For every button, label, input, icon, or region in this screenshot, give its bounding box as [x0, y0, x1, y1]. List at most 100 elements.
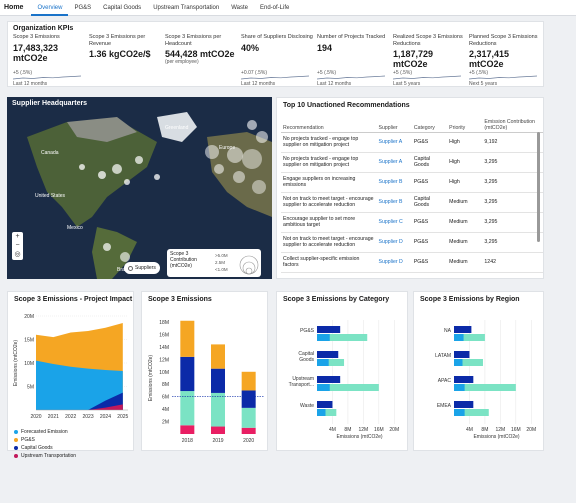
- category-label: LATAM: [435, 353, 451, 359]
- x-tick-label: 2020: [243, 438, 254, 444]
- suppliers-layer-toggle[interactable]: Suppliers: [124, 262, 160, 274]
- table-cell: 3,295: [482, 172, 543, 193]
- y-tick-label: 15M: [24, 338, 34, 344]
- column-header[interactable]: Priority: [447, 114, 483, 133]
- table-cell: Capital Goods: [411, 192, 448, 213]
- category-panel: Scope 3 Emissions by Category 4M 8M 12M 16M…: [276, 291, 408, 451]
- recommendations-panel: Top 10 Unactioned Recommendations Recomm…: [276, 97, 544, 279]
- zoom-in-icon[interactable]: +: [12, 232, 23, 241]
- kpi-label: Planned Scope 3 Emissions Reductions: [469, 34, 538, 47]
- kpi-value: 544,428 mtCO2e: [165, 49, 235, 59]
- kpi-label: Number of Projects Tracked: [317, 34, 386, 40]
- bar-current: [317, 376, 341, 383]
- category-label: APAC: [438, 378, 452, 384]
- kpi-panel-title: Organization KPIs: [13, 25, 74, 32]
- category-label: EMEA: [437, 403, 452, 409]
- project-impact-legend: Forecasted Emission PG&S Capital Goods U…: [14, 429, 76, 461]
- supplier-link[interactable]: Supplier D: [376, 232, 412, 253]
- x-tick-label: 16M: [374, 427, 384, 433]
- kpi-value: 194: [317, 42, 333, 53]
- tab-waste[interactable]: Waste: [225, 0, 254, 16]
- kpi-panel: Organization KPIs Scope 3 Emissions 17,48…: [7, 21, 544, 87]
- bar-overlay: [454, 359, 463, 366]
- supplier-link[interactable]: Supplier B: [376, 192, 412, 213]
- kpi-value: 1,187,729 mtCO2e: [393, 49, 434, 69]
- x-tick-label: 2025: [117, 414, 128, 420]
- x-axis-label: Emissions (mtCO2e): [336, 434, 382, 440]
- table-row[interactable]: Not on track to meet target - encourage …: [281, 192, 543, 213]
- stack-bar-segment: [241, 407, 256, 428]
- kpi-card: Share of Suppliers Disclosing 40% +0.07 (.…: [241, 34, 313, 87]
- bar-current: [317, 326, 341, 333]
- column-header[interactable]: Emission Contribution (mtCO2e): [482, 114, 543, 133]
- zoom-out-icon[interactable]: −: [12, 241, 23, 250]
- x-tick-label: 20M: [389, 427, 399, 433]
- kpi-value: 2,317,415 mtCO2e: [469, 49, 510, 69]
- legend-dot: [14, 430, 18, 434]
- x-tick-label: 2022: [65, 414, 76, 420]
- recommendations-title: Top 10 Unactioned Recommendations: [283, 102, 410, 109]
- tab-upstream-transportation[interactable]: Upstream Transportation: [147, 0, 225, 16]
- table-row[interactable]: Encourage supplier to set more ambitious…: [281, 212, 543, 233]
- tab-capital-goods[interactable]: Capital Goods: [97, 0, 147, 16]
- x-tick-label: 20M: [526, 427, 536, 433]
- y-axis-label: Emissions (mtCO2e): [13, 340, 19, 386]
- supplier-map[interactable]: Supplier Headquarters Canada United Stat…: [7, 97, 272, 279]
- x-tick-label: 4M: [466, 427, 473, 433]
- kpi-period: Next 5 years: [469, 81, 498, 87]
- legend-dot: [14, 454, 18, 458]
- y-tick-label: 20M: [24, 314, 34, 320]
- table-row[interactable]: No projects tracked - engage top supplie…: [281, 152, 543, 173]
- home-link[interactable]: Home: [4, 4, 23, 11]
- table-row[interactable]: Engage suppliers on increasing emissions…: [281, 172, 543, 193]
- table-cell: PG&S: [411, 252, 448, 273]
- y-tick-label: 16M: [159, 332, 169, 338]
- bar-current: [454, 376, 474, 383]
- tab-overview[interactable]: Overview: [31, 0, 69, 16]
- table-row[interactable]: Not on track to meet target - encourage …: [281, 232, 543, 253]
- map-label-united-states: United States: [35, 193, 66, 199]
- bar-current: [454, 351, 470, 358]
- kpi-sparkline: [241, 75, 309, 80]
- table-cell: No projects tracked - engage top supplie…: [281, 132, 377, 153]
- column-header[interactable]: Supplier: [376, 114, 412, 133]
- table-row[interactable]: No projects tracked - engage top supplie…: [281, 132, 543, 153]
- y-tick-label: 10M: [159, 370, 169, 376]
- kpi-label: Share of Suppliers Disclosing: [241, 34, 313, 40]
- project-impact-panel: Scope 3 Emissions - Project Impact 5M 10M…: [7, 291, 134, 459]
- kpi-card: Number of Projects Tracked 194 +5 (.5%) Las…: [317, 34, 389, 87]
- x-tick-label: 2020: [30, 414, 41, 420]
- table-cell: Not on track to meet target - encourage …: [281, 232, 377, 253]
- y-tick-label: 5M: [27, 385, 34, 391]
- y-tick-label: 12M: [159, 357, 169, 363]
- legend-item: Forecasted Emission: [14, 429, 76, 435]
- table-cell: Medium: [447, 192, 483, 213]
- column-header[interactable]: Recommendation: [281, 114, 377, 133]
- kpi-label: Scope 3 Emissions per Headcount: [165, 34, 222, 47]
- x-tick-label: 4M: [329, 427, 336, 433]
- kpi-label: Scope 3 Emissions: [13, 34, 60, 40]
- table-row[interactable]: Collect supplier-specific emission facto…: [281, 252, 543, 273]
- map-legend-title: Scope 3 Contribution (mtCO2e): [170, 251, 197, 269]
- supplier-link[interactable]: Supplier D: [376, 252, 412, 273]
- bar-current: [454, 401, 474, 408]
- tab-end-of-life[interactable]: End-of-Life: [254, 0, 295, 16]
- map-label-canada: Canada: [41, 150, 59, 156]
- table-cell: Not on track to meet target - encourage …: [281, 192, 377, 213]
- locate-icon[interactable]: ◎: [12, 250, 23, 259]
- stack-bar-segment: [180, 356, 195, 392]
- tab-pgs[interactable]: PG&S: [68, 0, 97, 16]
- y-tick-label: 18M: [159, 320, 169, 326]
- map-label-greenland: Greenland: [165, 125, 189, 131]
- supplier-link[interactable]: Supplier C: [376, 212, 412, 233]
- kpi-label: Scope 3 Emissions per Revenue: [89, 34, 146, 47]
- column-header[interactable]: Category: [411, 114, 448, 133]
- supplier-link[interactable]: Supplier A: [376, 152, 412, 173]
- supplier-link[interactable]: Supplier A: [376, 132, 412, 153]
- legend-label: PG&S: [21, 437, 35, 443]
- y-tick-label: 14M: [159, 345, 169, 351]
- table-scrollbar[interactable]: [537, 132, 540, 242]
- bar-overlay: [454, 384, 465, 391]
- table-cell: High: [447, 132, 483, 153]
- supplier-link[interactable]: Supplier B: [376, 172, 412, 193]
